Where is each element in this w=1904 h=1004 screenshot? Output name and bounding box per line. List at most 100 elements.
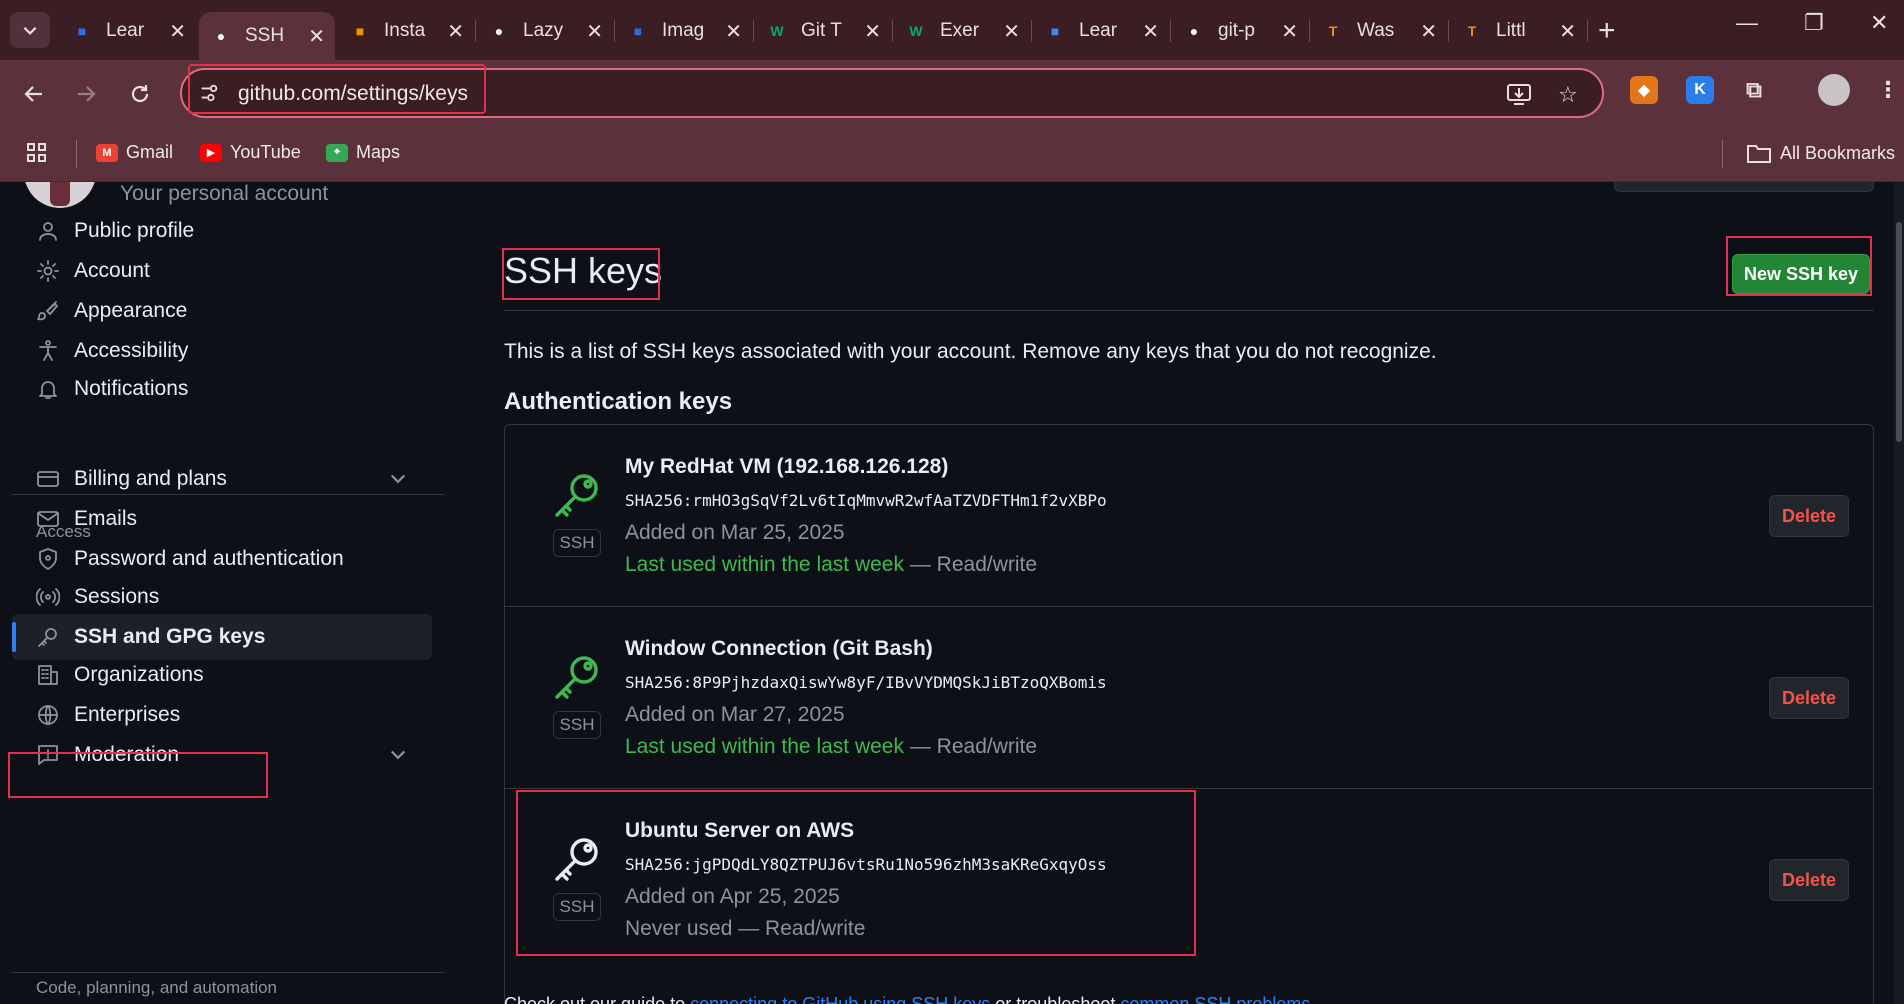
tab-separator xyxy=(1309,20,1310,42)
scrollbar-thumb[interactable] xyxy=(1896,222,1902,442)
tab-close-icon[interactable]: ✕ xyxy=(447,19,464,44)
bookmark-gmail[interactable]: M Gmail xyxy=(96,142,173,163)
instance-favicon-icon: ■ xyxy=(355,23,365,39)
tab-separator xyxy=(892,20,893,42)
all-bookmarks-label: All Bookmarks xyxy=(1780,142,1896,163)
tab-close-icon[interactable]: ✕ xyxy=(1281,19,1298,44)
install-app-icon[interactable] xyxy=(1506,82,1532,112)
sidebar-divider xyxy=(12,972,444,973)
bookmark-youtube[interactable]: ▶ YouTube xyxy=(200,142,301,163)
sidebar-item-label: SSH and GPG keys xyxy=(74,625,266,648)
all-bookmarks-button[interactable]: All Bookmarks xyxy=(1746,142,1895,164)
tab-close-icon[interactable]: ✕ xyxy=(308,24,325,49)
github-settings-page: Your personal account Public profile Acco… xyxy=(0,182,1904,1004)
youtube-icon: ▶ xyxy=(200,143,222,162)
browser-tab[interactable]: ■ Lear ✕ xyxy=(1033,12,1169,50)
intro-text: This is a list of SSH keys associated wi… xyxy=(504,340,1437,363)
tab-close-icon[interactable]: ✕ xyxy=(1559,19,1576,44)
tab-close-icon[interactable]: ✕ xyxy=(864,19,881,44)
site-settings-icon[interactable] xyxy=(198,82,220,104)
browser-tab[interactable]: W Git T ✕ xyxy=(755,12,891,50)
url-text[interactable]: github.com/settings/keys xyxy=(238,82,468,106)
gmail-icon: M xyxy=(96,143,118,162)
tab-close-icon[interactable]: ✕ xyxy=(1142,19,1159,44)
sidebar-item-moderation[interactable]: Moderation xyxy=(12,732,432,778)
person-icon xyxy=(39,222,57,241)
ssh-key-row: SSH Window Connection (Git Bash) SHA256:8P… xyxy=(505,607,1873,789)
accessibility-icon xyxy=(39,340,57,361)
tab-title: Exer xyxy=(940,20,980,41)
user-avatar[interactable] xyxy=(24,182,96,208)
k-extension-icon[interactable]: K xyxy=(1686,76,1714,104)
browser-tab[interactable]: W Exer ✕ xyxy=(894,12,1030,50)
maps-icon: ⌖ xyxy=(326,143,348,162)
tab-strip: ■ Lear ✕ ● SSH ✕ ■ Insta ✕ ● Lazy ✕ ■ Imag ✕ W Git T ✕ W Ex… xyxy=(0,0,1904,60)
extensions-puzzle-icon[interactable]: ⧉ xyxy=(1740,76,1768,104)
key-access: — Read/write xyxy=(732,917,866,940)
browser-tab[interactable]: ● git-p ✕ xyxy=(1172,12,1308,50)
sidebar-heading-code: Code, planning, and automation xyxy=(36,978,278,997)
sidebar-item-label: Appearance xyxy=(74,299,188,322)
metamask-extension-icon[interactable]: ◆ xyxy=(1630,76,1658,104)
chevron-down-icon[interactable] xyxy=(388,744,408,764)
minimize-button[interactable]: — xyxy=(1736,10,1758,36)
tab-close-icon[interactable]: ✕ xyxy=(1420,19,1437,44)
tab-close-icon[interactable]: ✕ xyxy=(1003,19,1020,44)
tab-separator xyxy=(1031,20,1032,42)
menu-kebab-icon[interactable]: ⋮ xyxy=(1874,76,1902,104)
browser-tab[interactable]: T Was ✕ xyxy=(1311,12,1447,50)
ssh-keys-list: SSH My RedHat VM (192.168.126.128) SHA256:… xyxy=(504,424,1874,1004)
address-bar[interactable]: github.com/settings/keys ☆ xyxy=(180,68,1604,118)
browser-tab[interactable]: ■ Insta ✕ xyxy=(338,12,474,50)
browser-tab[interactable]: ■ Lear ✕ xyxy=(60,12,196,50)
footer-text-end: . xyxy=(1310,994,1316,1004)
reload-icon xyxy=(131,85,149,103)
bookmark-star-icon[interactable]: ☆ xyxy=(1558,82,1578,108)
ssh-guide-link[interactable]: connecting to GitHub using SSH keys xyxy=(690,994,990,1004)
tab-separator xyxy=(753,20,754,42)
ssh-guide-text: Check out our guide to connecting to Git… xyxy=(504,994,1315,1004)
key-title: Ubuntu Server on AWS xyxy=(625,819,855,842)
go-to-profile-button[interactable] xyxy=(1614,182,1874,192)
restore-button[interactable]: ❐ xyxy=(1804,10,1824,36)
sidebar-item-notifications[interactable]: Notifications xyxy=(12,366,432,412)
browser-tab[interactable]: T Littl ✕ xyxy=(1450,12,1586,50)
key-type-badge: SSH xyxy=(553,711,601,739)
learn-favicon-icon: ■ xyxy=(1050,23,1060,39)
browser-tab[interactable]: ● SSH ✕ xyxy=(199,12,335,60)
github-favicon-icon: ● xyxy=(1189,23,1199,39)
apps-grid-icon[interactable] xyxy=(26,142,48,164)
close-window-button[interactable]: ✕ xyxy=(1870,10,1888,36)
bookmark-label: Maps xyxy=(356,142,401,162)
sidebar-item-label: Moderation xyxy=(74,743,180,766)
tab-close-icon[interactable]: ✕ xyxy=(725,19,742,44)
new-ssh-key-button[interactable]: New SSH key xyxy=(1732,254,1870,294)
key-title: My RedHat VM (192.168.126.128) xyxy=(625,455,949,478)
chevron-down-icon[interactable] xyxy=(388,468,408,488)
reload-button[interactable] xyxy=(120,74,160,114)
gear-icon xyxy=(37,260,59,282)
tab-close-icon[interactable]: ✕ xyxy=(169,19,186,44)
browser-tab[interactable]: ● Lazy ✕ xyxy=(477,12,613,50)
browser-tab[interactable]: ■ Imag ✕ xyxy=(616,12,752,50)
ssh-troubleshoot-link[interactable]: common SSH problems xyxy=(1120,994,1310,1004)
delete-key-button[interactable]: Delete xyxy=(1769,677,1849,719)
delete-key-button[interactable]: Delete xyxy=(1769,859,1849,901)
new-tab-button[interactable]: + xyxy=(1598,14,1616,48)
sidebar-item-label: Sessions xyxy=(74,585,160,608)
key-access: — Read/write xyxy=(904,553,1038,576)
back-button[interactable] xyxy=(14,74,54,114)
bell-icon xyxy=(39,381,57,399)
title-divider xyxy=(504,310,1874,311)
delete-key-button[interactable]: Delete xyxy=(1769,495,1849,537)
profile-avatar[interactable] xyxy=(1818,74,1850,106)
bookmark-maps[interactable]: ⌖ Maps xyxy=(326,142,400,163)
forward-button[interactable] xyxy=(66,74,106,114)
sidebar-item-label: Public profile xyxy=(74,219,195,242)
tab-close-icon[interactable]: ✕ xyxy=(586,19,603,44)
credit-card-icon xyxy=(37,471,59,487)
tab-search-button[interactable] xyxy=(10,12,50,48)
learn-favicon-icon: ■ xyxy=(77,23,87,39)
page-scrollbar[interactable] xyxy=(1894,182,1904,1004)
key-usage: Last used within the last week — Read/wr… xyxy=(625,553,1037,577)
